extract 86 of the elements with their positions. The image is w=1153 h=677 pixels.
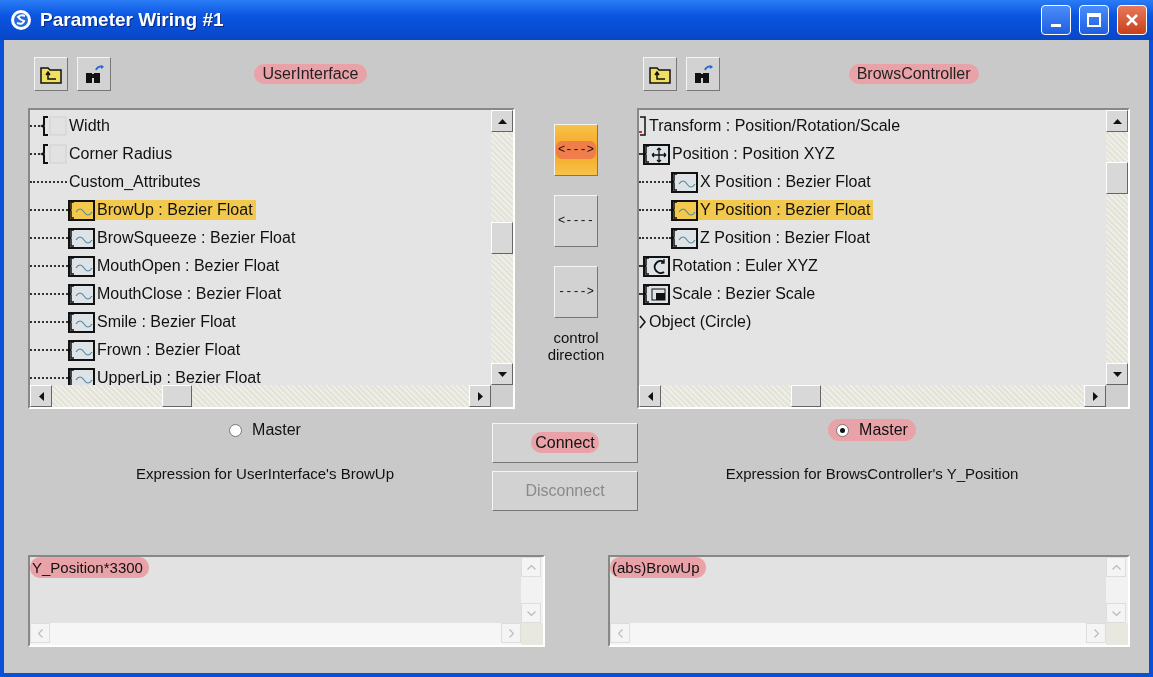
direction-button[interactable]: <---> xyxy=(554,124,598,176)
direction-button[interactable]: ----> xyxy=(554,266,598,318)
curve-icon xyxy=(68,254,95,278)
close-icon xyxy=(1125,13,1139,27)
expression-text: (abs)BrowUp xyxy=(610,557,706,578)
left-arrow-icon xyxy=(38,391,44,401)
tree-view[interactable]: Transform : Position/Rotation/Scale Position : Position XYZ X Position : Bezier Float Y Position : Bezier Float Z Position : Bezier Float Rotation : Euler XYZ Scale : Bezier Scale Object (Circle) xyxy=(637,108,1130,409)
scrollbar-corner xyxy=(491,385,513,407)
app-logo-icon xyxy=(10,9,32,31)
tree-item[interactable]: Corner Radius xyxy=(67,144,176,164)
panel-title: BrowsController xyxy=(848,64,979,84)
expression-field[interactable]: (abs)BrowUp xyxy=(608,555,1130,647)
scrollbar-thumb[interactable] xyxy=(791,385,821,407)
tree-view[interactable] xyxy=(28,108,515,409)
tree-item[interactable]: MouthClose : Bezier Float xyxy=(95,284,285,304)
curve-icon xyxy=(68,338,95,362)
rotate-icon xyxy=(643,254,670,278)
binoculars-icon xyxy=(83,63,105,85)
curve-icon xyxy=(68,198,95,222)
master-radio[interactable]: Master xyxy=(221,419,309,441)
vertical-scrollbar[interactable] xyxy=(1106,110,1128,385)
maximize-button[interactable] xyxy=(1079,5,1109,35)
scrollbar-corner xyxy=(1106,623,1128,645)
curve-icon xyxy=(68,366,95,385)
parent-folder-button[interactable] xyxy=(643,57,677,91)
folder-up-icon xyxy=(40,64,62,84)
panel-title: UserInterface xyxy=(254,64,367,84)
curve-icon xyxy=(68,310,95,334)
bracket-icon xyxy=(40,142,67,166)
right-arrow-icon xyxy=(1092,391,1098,401)
tree-item[interactable]: Smile : Bezier Float xyxy=(95,312,239,332)
expression-label: Expression for UserInterface's BrowUp xyxy=(136,465,394,482)
tree-item[interactable]: Rotation : Euler XYZ xyxy=(670,256,821,276)
curve-icon xyxy=(671,170,698,194)
connect-button[interactable]: Connect xyxy=(492,423,638,463)
expression-label: Expression for BrowsController's Y_Position xyxy=(725,465,1019,482)
binoculars-icon xyxy=(692,63,714,85)
vertical-scrollbar[interactable] xyxy=(491,110,513,385)
right-arrow-icon xyxy=(477,391,483,401)
direction-caption: control direction xyxy=(546,329,606,363)
direction-button[interactable]: <---- xyxy=(554,195,598,247)
move-arrows-icon xyxy=(643,142,670,166)
horizontal-scrollbar[interactable] xyxy=(639,385,1106,407)
find-button[interactable] xyxy=(77,57,111,91)
window-title: Parameter Wiring #1 xyxy=(40,9,225,31)
expression-field[interactable]: Y_Position*3300 xyxy=(28,555,545,647)
scrollbar-corner xyxy=(1106,385,1128,407)
tree-item[interactable]: Width xyxy=(67,116,113,136)
scrollbar-thumb[interactable] xyxy=(162,385,192,407)
curve-icon xyxy=(671,198,698,222)
maximize-icon xyxy=(1086,12,1102,28)
tree-item[interactable]: MouthOpen : Bezier Float xyxy=(95,256,283,276)
tree-item[interactable]: Position : Position XYZ xyxy=(670,144,838,164)
expression-text: Y_Position*3300 xyxy=(30,557,149,578)
tree-item[interactable]: Z Position : Bezier Float xyxy=(698,228,873,248)
minimize-icon xyxy=(1051,23,1061,27)
tree-item[interactable]: BrowSqueeze : Bezier Float xyxy=(95,228,299,248)
tree-item[interactable]: Y Position : Bezier Float xyxy=(698,200,874,220)
curve-icon xyxy=(671,226,698,250)
bracket-icon xyxy=(639,114,647,138)
tree-item[interactable]: BrowUp : Bezier Float xyxy=(95,200,256,220)
close-button[interactable] xyxy=(1117,5,1147,35)
tree-item[interactable]: Custom_Attributes xyxy=(67,172,204,192)
folder-up-icon xyxy=(649,64,671,84)
master-radio[interactable]: Master xyxy=(828,419,916,441)
down-arrow-icon xyxy=(497,371,507,377)
scrollbar-thumb[interactable] xyxy=(491,222,513,254)
tree-item[interactable]: Frown : Bezier Float xyxy=(95,340,244,360)
tree-item[interactable]: X Position : Bezier Float xyxy=(698,172,874,192)
bracket-icon xyxy=(40,114,67,138)
tree-item[interactable]: Scale : Bezier Scale xyxy=(670,284,819,304)
down-arrow-icon xyxy=(1112,371,1122,377)
horizontal-scrollbar[interactable] xyxy=(30,385,491,407)
up-arrow-icon xyxy=(1112,118,1122,124)
left-arrow-icon xyxy=(647,391,653,401)
up-arrow-icon xyxy=(497,118,507,124)
parent-folder-button[interactable] xyxy=(34,57,68,91)
scrollbar-thumb[interactable] xyxy=(1106,162,1128,194)
curve-icon xyxy=(68,226,95,250)
tree-item[interactable]: Transform : Position/Rotation/Scale xyxy=(647,116,904,136)
scale-icon xyxy=(643,282,670,306)
minimize-button[interactable] xyxy=(1041,5,1071,35)
scrollbar-corner xyxy=(521,623,543,645)
find-button[interactable] xyxy=(686,57,720,91)
curve-icon xyxy=(68,282,95,306)
tree-item[interactable]: Object (Circle) xyxy=(647,312,755,332)
